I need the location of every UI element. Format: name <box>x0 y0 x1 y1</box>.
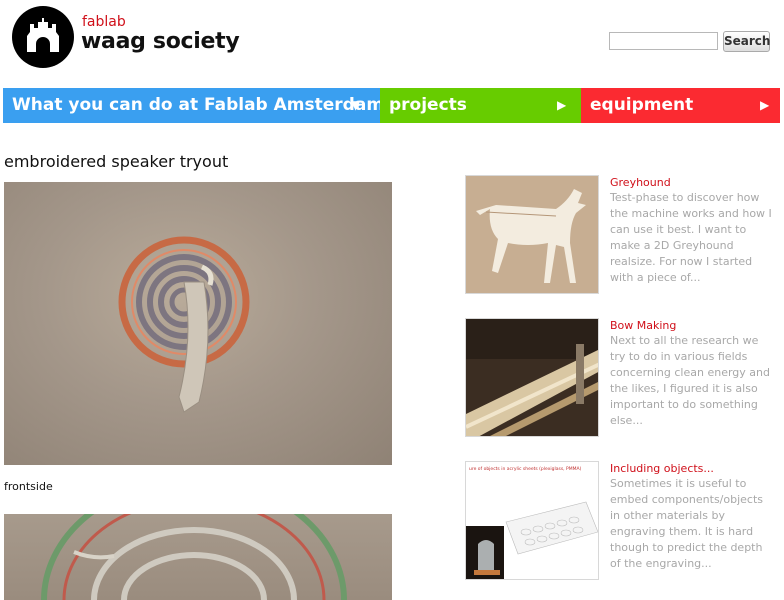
sidebar-item-title[interactable]: Greyhound <box>610 175 671 190</box>
sidebar-item-text: Test-phase to discover how the machine w… <box>610 191 772 284</box>
sidebar-item-including-objects[interactable]: ure of objects in acrylic sheets (plexig… <box>465 461 775 581</box>
sidebar-item-text: Sometimes it is useful to embed componen… <box>610 477 764 570</box>
sidebar-item-bow-making[interactable]: Bow Making Next to all the research we t… <box>465 318 775 438</box>
nav-equipment-label: equipment <box>590 95 694 115</box>
nav-projects-label: projects <box>389 95 467 115</box>
photo-caption: frontside <box>4 480 53 493</box>
speaker-back-photo[interactable] <box>4 514 392 600</box>
sidebar-item-title[interactable]: Including objects... <box>610 461 714 476</box>
speaker-front-photo[interactable] <box>4 182 392 465</box>
fablab-logo[interactable] <box>12 6 74 68</box>
post-title: embroidered speaker tryout <box>4 152 229 171</box>
bow-making-thumbnail[interactable] <box>465 318 599 437</box>
brand-waag-society[interactable]: waag society <box>81 28 240 56</box>
chevron-right-icon: ▶ <box>557 98 567 112</box>
nav-what-you-can-do-label: What you can do at Fablab Amsterdam <box>12 95 385 115</box>
nav-what-you-can-do[interactable]: What you can do at Fablab Amsterdam ▼ <box>3 88 384 123</box>
search-button[interactable]: Search <box>723 31 770 52</box>
including-objects-thumbnail[interactable]: ure of objects in acrylic sheets (plexig… <box>465 461 599 580</box>
sidebar-item-title[interactable]: Bow Making <box>610 318 676 333</box>
nav-projects[interactable]: projects ▶ <box>380 88 581 123</box>
greyhound-thumbnail[interactable] <box>465 175 599 294</box>
chevron-right-icon: ▶ <box>760 98 770 112</box>
castle-icon <box>27 18 59 52</box>
nav-equipment[interactable]: equipment ▶ <box>581 88 780 123</box>
sidebar-item-greyhound[interactable]: Greyhound Test-phase to discover how the… <box>465 175 775 295</box>
sidebar-item-text: Next to all the research we try to do in… <box>610 334 770 427</box>
thumbnail-caption: ure of objects in acrylic sheets (plexig… <box>469 466 582 472</box>
chevron-down-icon: ▼ <box>351 98 361 112</box>
search-input[interactable] <box>609 32 718 50</box>
